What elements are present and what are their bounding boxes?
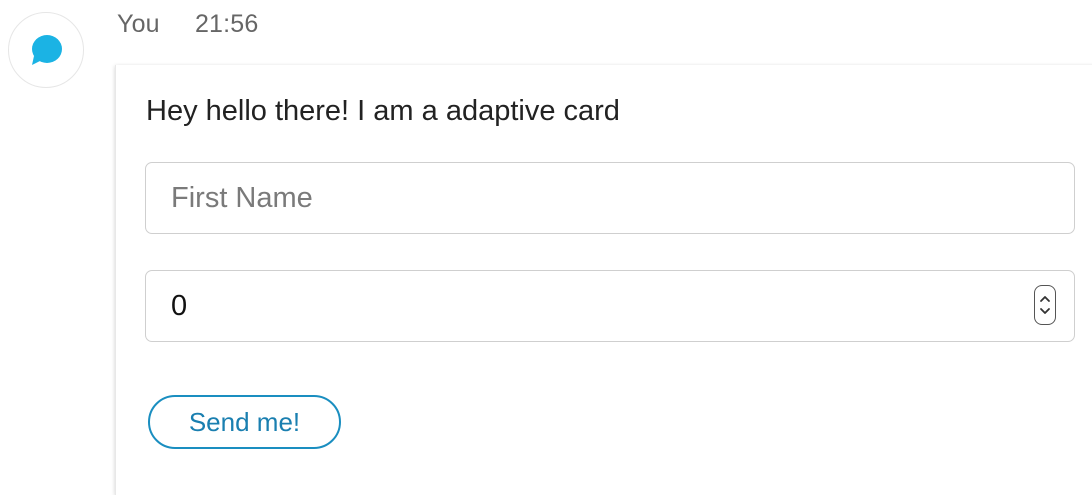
chat-bubble-icon — [26, 30, 66, 70]
avatar — [8, 12, 84, 88]
number-value[interactable]: 0 — [146, 290, 187, 323]
first-name-placeholder[interactable]: First Name — [146, 182, 313, 215]
first-name-field[interactable]: First Name — [145, 162, 1075, 234]
adaptive-card: Hey hello there! I am a adaptive card Fi… — [115, 65, 1092, 495]
number-field[interactable]: 0 — [145, 270, 1075, 342]
up-down-chevron-icon[interactable] — [1034, 285, 1056, 325]
sender-name: You — [117, 10, 160, 38]
send-button[interactable]: Send me! — [148, 395, 341, 449]
message-time: 21:56 — [194, 10, 259, 38]
message-meta: You 21:56 — [117, 10, 259, 39]
card-text: Hey hello there! I am a adaptive card — [146, 95, 620, 127]
